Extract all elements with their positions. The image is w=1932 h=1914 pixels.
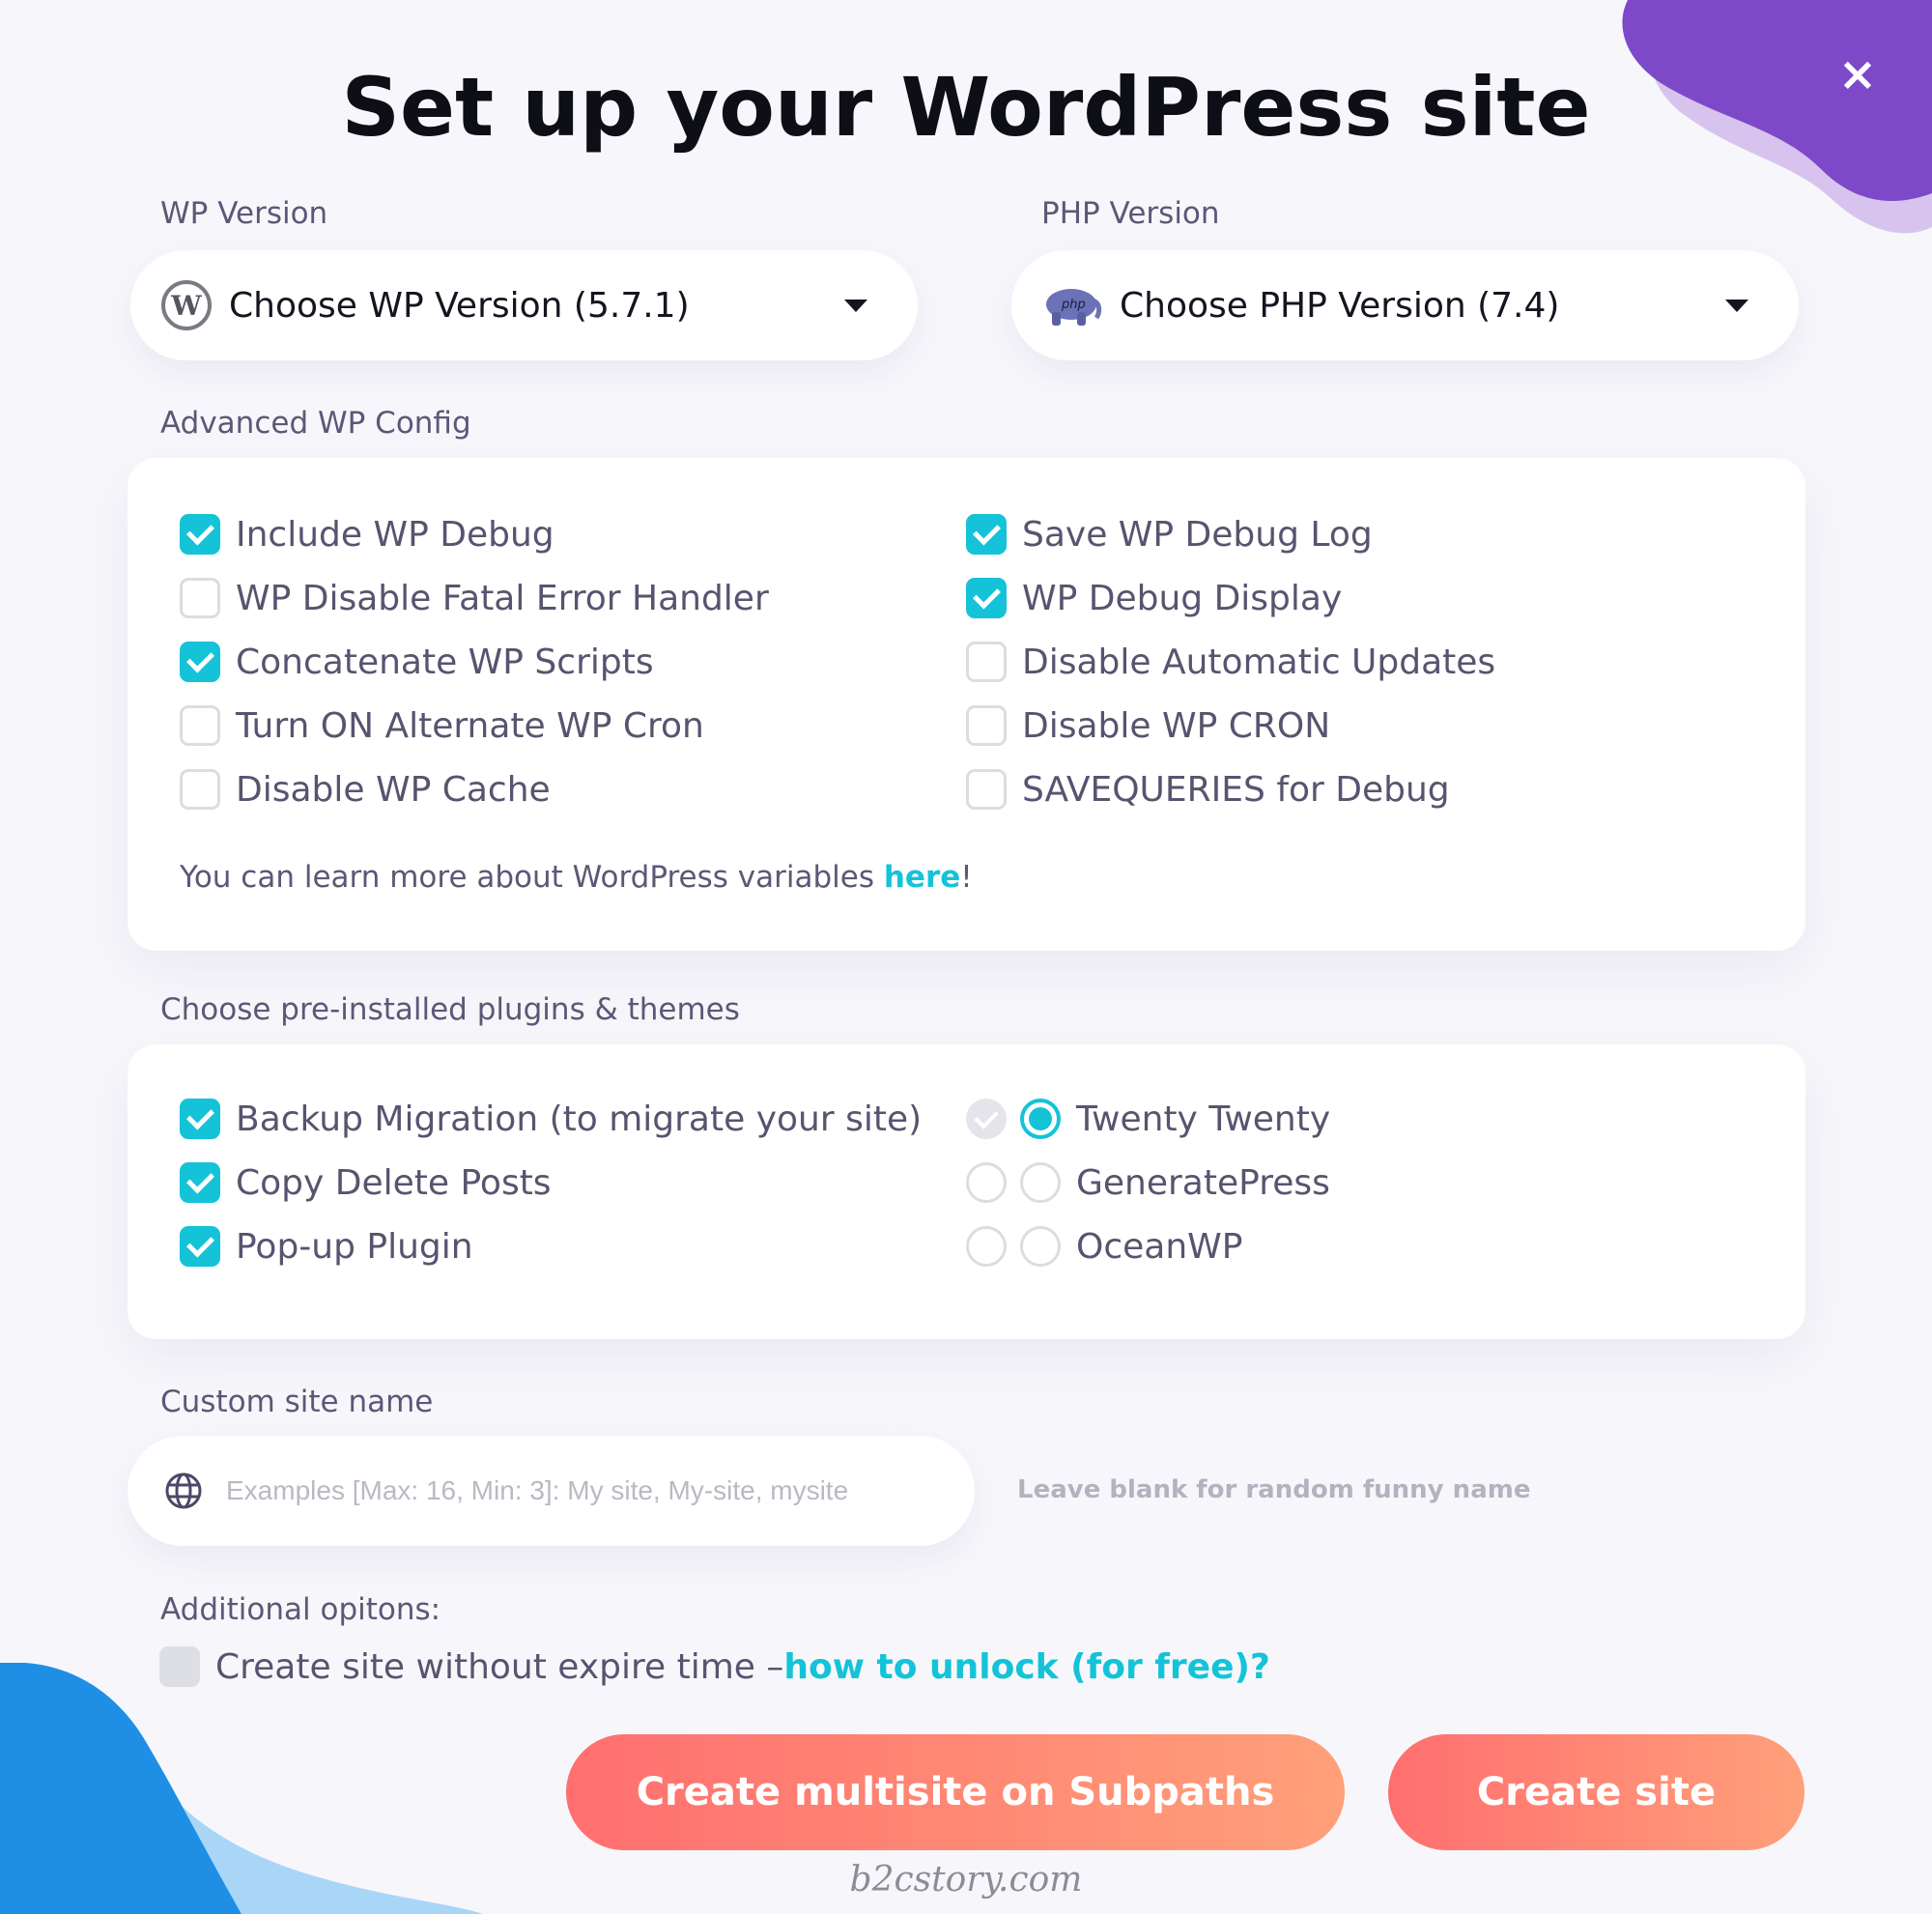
unlock-link[interactable]: how to unlock (for free)? (783, 1647, 1270, 1687)
note-text: You can learn more about WordPress varia… (180, 860, 884, 895)
option-label: Disable WP Cache (236, 769, 551, 810)
option-disable-wp-cron[interactable]: Disable WP CRON (966, 701, 1330, 750)
advanced-config-card: Include WP Debug WP Disable Fatal Error … (128, 458, 1805, 951)
additional-options-label: Additional opitons: (160, 1592, 441, 1627)
option-wp-debug-display[interactable]: WP Debug Display (966, 574, 1342, 622)
site-name-input[interactable] (224, 1474, 938, 1507)
checkbox[interactable] (180, 578, 220, 618)
checkbox[interactable] (180, 1099, 220, 1139)
radio-button[interactable] (1020, 1099, 1061, 1139)
no-expire-checkbox[interactable] (159, 1646, 200, 1687)
theme-twenty-twenty[interactable]: Twenty Twenty (966, 1095, 1330, 1143)
plugins-themes-label: Choose pre-installed plugins & themes (160, 992, 740, 1027)
site-name-hint: Leave blank for random funny name (1017, 1475, 1531, 1504)
option-save-wp-debug-log[interactable]: Save WP Debug Log (966, 510, 1373, 558)
plugin-label: Pop-up Plugin (236, 1226, 473, 1267)
checkbox[interactable] (180, 642, 220, 682)
option-no-expire[interactable]: Create site without expire time – how to… (159, 1643, 1270, 1691)
note-suffix: ! (960, 860, 973, 895)
php-version-value: Choose PHP Version (7.4) (1120, 285, 1560, 326)
plugin-backup-migration[interactable]: Backup Migration (to migrate your site) (180, 1095, 922, 1143)
option-label: Disable Automatic Updates (1022, 642, 1496, 682)
option-concatenate-wp-scripts[interactable]: Concatenate WP Scripts (180, 638, 654, 686)
theme-check-icon (966, 1099, 1007, 1139)
theme-label: OceanWP (1076, 1226, 1243, 1267)
plugin-copy-delete-posts[interactable]: Copy Delete Posts (180, 1158, 552, 1207)
advanced-config-label: Advanced WP Config (160, 406, 471, 441)
custom-site-name-label: Custom site name (160, 1385, 434, 1419)
create-multisite-button[interactable]: Create multisite on Subpaths (566, 1734, 1345, 1850)
theme-label: Twenty Twenty (1076, 1099, 1331, 1139)
checkbox[interactable] (966, 578, 1007, 618)
option-label: Disable WP CRON (1022, 705, 1331, 746)
option-disable-automatic-updates[interactable]: Disable Automatic Updates (966, 638, 1495, 686)
theme-oceanwp[interactable]: OceanWP (966, 1222, 1242, 1271)
radio-button[interactable] (1020, 1226, 1061, 1267)
create-site-button[interactable]: Create site (1388, 1734, 1804, 1850)
checkbox[interactable] (180, 1226, 220, 1267)
checkbox[interactable] (180, 705, 220, 746)
chevron-down-icon (1725, 299, 1748, 312)
theme-generatepress[interactable]: GeneratePress (966, 1158, 1330, 1207)
checkbox[interactable] (966, 769, 1007, 810)
plugins-themes-card: Backup Migration (to migrate your site) … (128, 1044, 1805, 1339)
radio-button[interactable] (1020, 1162, 1061, 1203)
option-label: WP Debug Display (1022, 578, 1343, 618)
theme-check-icon (966, 1226, 1007, 1267)
site-name-field[interactable] (128, 1436, 975, 1546)
wp-variables-note: You can learn more about WordPress varia… (180, 860, 973, 895)
no-expire-label: Create site without expire time – (215, 1646, 784, 1687)
option-alternate-wp-cron[interactable]: Turn ON Alternate WP Cron (180, 701, 704, 750)
checkbox[interactable] (966, 642, 1007, 682)
option-label: Turn ON Alternate WP Cron (236, 705, 704, 746)
option-include-wp-debug[interactable]: Include WP Debug (180, 510, 554, 558)
wordpress-icon: W (161, 280, 212, 330)
page-title: Set up your WordPress site (341, 60, 1591, 155)
php-icon-text: php (1061, 298, 1086, 312)
option-label: SAVEQUERIES for Debug (1022, 769, 1450, 810)
plugin-label: Backup Migration (to migrate your site) (236, 1099, 923, 1139)
plugin-label: Copy Delete Posts (236, 1162, 552, 1203)
theme-check-icon (966, 1162, 1007, 1203)
option-label: WP Disable Fatal Error Handler (236, 578, 769, 618)
option-wp-disable-fatal-error-handler[interactable]: WP Disable Fatal Error Handler (180, 574, 769, 622)
chevron-down-icon (844, 299, 867, 312)
option-label: Include WP Debug (236, 514, 554, 555)
php-version-label: PHP Version (1041, 196, 1220, 231)
theme-label: GeneratePress (1076, 1162, 1330, 1203)
checkbox[interactable] (180, 769, 220, 810)
globe-icon (165, 1472, 202, 1509)
wp-version-value: Choose WP Version (5.7.1) (229, 285, 690, 326)
checkbox[interactable] (966, 705, 1007, 746)
plugin-popup[interactable]: Pop-up Plugin (180, 1222, 473, 1271)
here-link[interactable]: here (884, 860, 960, 895)
checkbox[interactable] (180, 1162, 220, 1203)
php-version-select[interactable]: php Choose PHP Version (7.4) (1011, 250, 1799, 360)
watermark: b2cstory.com (849, 1860, 1083, 1900)
wp-version-select[interactable]: W Choose WP Version (5.7.1) (130, 250, 918, 360)
option-savequeries[interactable]: SAVEQUERIES for Debug (966, 765, 1450, 814)
checkbox[interactable] (966, 514, 1007, 555)
checkbox[interactable] (180, 514, 220, 555)
option-disable-wp-cache[interactable]: Disable WP Cache (180, 765, 551, 814)
option-label: Concatenate WP Scripts (236, 642, 654, 682)
php-elephant-icon: php (1046, 289, 1102, 326)
option-label: Save WP Debug Log (1022, 514, 1373, 555)
wp-version-label: WP Version (160, 196, 328, 231)
